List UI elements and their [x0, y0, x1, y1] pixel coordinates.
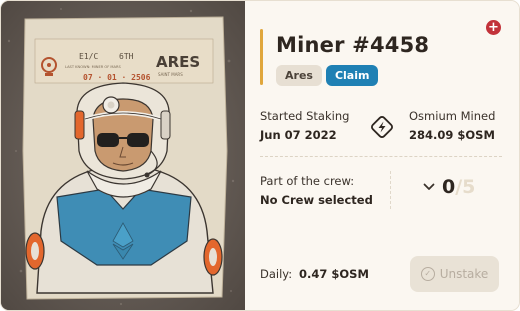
unstake-label: Unstake [439, 267, 489, 281]
miner-title: Miner #4458 [276, 33, 430, 57]
poster-code-right: 6TH [119, 52, 134, 61]
osmium-mined-value: 284.09 $OSM [409, 128, 495, 142]
miner-tags: Ares Claim [276, 65, 379, 86]
unstake-button[interactable]: ✓ Unstake [410, 256, 499, 292]
poster-subline: LAST KNOWN: MINER OF MARS [65, 65, 121, 69]
claim-button[interactable]: Claim [325, 65, 379, 86]
started-staking-label: Started Staking [260, 109, 350, 123]
poster-place-sub: SAINT MARS [158, 72, 183, 77]
staking-icon [371, 116, 393, 138]
crew-count: 0 /5 [423, 176, 475, 198]
crew-count-max: /5 [455, 176, 476, 198]
crew-divider [390, 171, 391, 209]
title-accent-bar [260, 29, 263, 85]
daily-value: 0.47 $OSM [299, 267, 369, 281]
miner-card: E1/C 6TH LAST KNOWN: MINER OF MARS 07 · … [0, 0, 520, 311]
started-staking-value: Jun 07 2022 [260, 128, 337, 142]
miner-info-panel: Miner #4458 + Ares Claim Started Staking… [245, 1, 519, 310]
miner-artwork: E1/C 6TH LAST KNOWN: MINER OF MARS 07 · … [1, 1, 245, 310]
poster-date: 07 · 01 · 2506 [83, 73, 151, 82]
add-icon[interactable]: + [486, 20, 501, 35]
location-tag: Ares [276, 65, 322, 86]
poster-place: ARES [156, 53, 200, 71]
crew-value: No Crew selected [260, 193, 373, 207]
chevron-down-icon[interactable] [423, 183, 435, 191]
crew-label: Part of the crew: [260, 174, 355, 188]
osmium-mined-label: Osmium Mined [409, 109, 496, 123]
crew-count-current: 0 [442, 176, 456, 198]
section-divider [260, 156, 502, 157]
unstake-icon: ✓ [420, 267, 435, 281]
daily-label: Daily: [260, 267, 293, 281]
poster-code-left: E1/C [79, 52, 98, 61]
